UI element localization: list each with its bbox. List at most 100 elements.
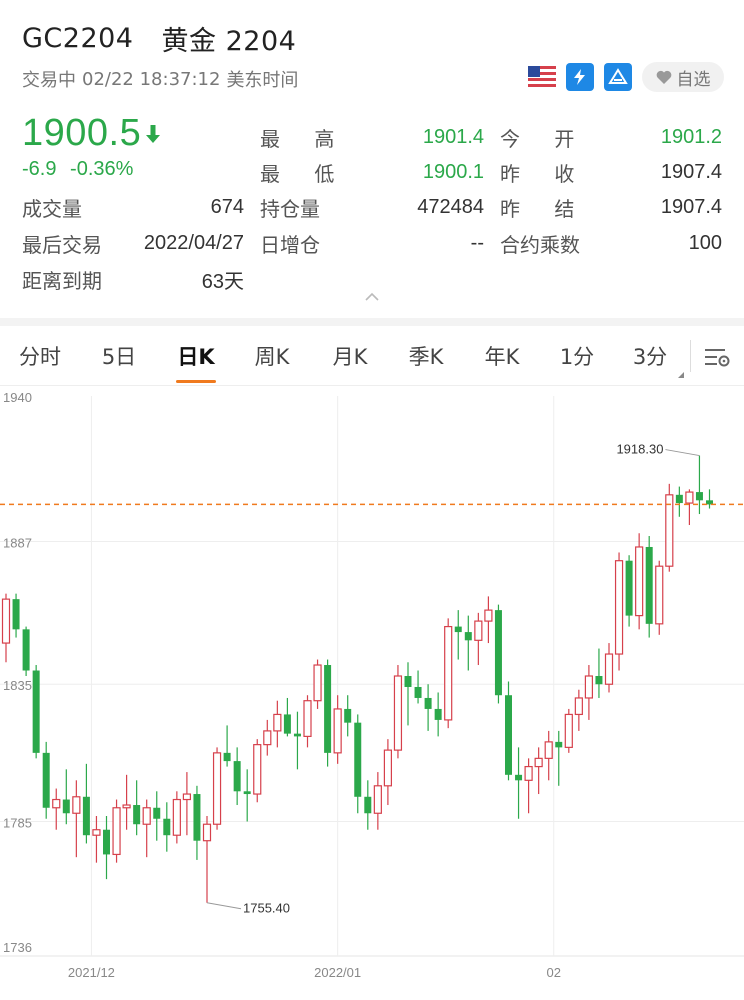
status-row: 交易中 02/22 18:37:12 美东时间 [22, 64, 304, 94]
x-tick-label: 2022/01 [314, 965, 361, 980]
candle-body [153, 807, 161, 819]
trading-status: 交易中 [22, 70, 76, 91]
candle-body [474, 620, 483, 641]
tab-quarterly-k[interactable]: 季K [400, 338, 452, 374]
stat-label: 昨 收 [500, 161, 589, 186]
candle-body [685, 491, 694, 504]
candle-body [223, 752, 231, 762]
section-divider [0, 318, 744, 326]
favorite-label: 自选 [676, 69, 711, 90]
tab-timeshare[interactable]: 分时 [14, 338, 66, 374]
y-tick-label: 1887 [3, 535, 32, 550]
y-tick-label: 1785 [3, 815, 32, 830]
candle-body [544, 741, 553, 759]
candle-body [434, 708, 442, 720]
candle-body [193, 794, 201, 841]
tab-yearly-k[interactable]: 年K [476, 338, 528, 374]
candle-body [92, 829, 101, 836]
us-flag-icon[interactable] [528, 63, 556, 91]
candle-body [665, 494, 674, 567]
stat-label: 距离到期 [22, 268, 102, 293]
stat-value: 100 [688, 231, 722, 254]
candle-body [333, 708, 342, 754]
price-change: -6.9 -0.36% [22, 158, 141, 181]
stat-high: 最 高 1901.4 [260, 120, 484, 154]
lightning-icon[interactable] [566, 63, 594, 91]
candle-body [383, 749, 392, 787]
candle-body [464, 632, 472, 641]
candle-body [112, 807, 121, 856]
candle-body [163, 818, 171, 836]
change-value: -6.9 [22, 158, 57, 180]
candle-body [182, 793, 191, 801]
tab-monthly-k[interactable]: 月K [324, 338, 376, 374]
stat-label: 最 高 [260, 126, 349, 151]
heart-icon [656, 70, 671, 84]
contract-name: 黄金 2204 [161, 25, 297, 57]
contract-code: GC2204 [22, 22, 134, 54]
stat-last-trade: 最后交易 2022/04/27 [22, 226, 244, 260]
y-tick-label: 1835 [3, 678, 32, 693]
candle-body [22, 629, 30, 671]
stat-multiplier: 合约乘数 100 [500, 226, 722, 260]
stat-expiry: 距离到期 63天 [22, 262, 244, 296]
candle-body [142, 807, 151, 825]
tab-weekly-k[interactable]: 周K [246, 338, 298, 374]
stat-value: 472484 [417, 195, 484, 218]
candle-body [505, 695, 512, 775]
stat-value: 1901.4 [422, 125, 484, 148]
candle-body [595, 676, 603, 685]
favorite-button[interactable]: 自选 [642, 62, 724, 92]
candle-body [524, 765, 533, 781]
candle-body [675, 494, 683, 504]
candle-body [414, 686, 422, 698]
candle-body [645, 546, 653, 624]
candle-body [52, 798, 61, 809]
kline-chart-svg[interactable]: 1940 1887 1835 1785 1736 2021/12 2022/01 02 1918… [0, 386, 744, 1000]
stat-volume: 成交量 674 [22, 190, 244, 224]
timezone-label: 美东时间 [226, 70, 299, 91]
change-percent: -0.36% [70, 158, 134, 180]
candle-body [212, 752, 222, 825]
tab-1min[interactable]: 1分 [554, 338, 600, 374]
tab-daily-k[interactable]: 日K [170, 338, 222, 374]
stat-open: 今 开 1901.2 [500, 120, 722, 154]
collapse-chevron-icon[interactable] [364, 292, 380, 302]
candle-body [695, 492, 703, 501]
candle-body [604, 653, 614, 685]
more-periods-indicator-icon[interactable] [678, 372, 684, 378]
stat-low: 最 低 1900.1 [260, 155, 484, 189]
candle-body [494, 610, 502, 696]
stat-open-interest: 持仓量 472484 [260, 190, 484, 224]
stat-oi-change: 日增仓 -- [260, 226, 484, 260]
candle-body [273, 713, 282, 732]
down-arrow-icon [146, 124, 161, 143]
candle-body [635, 546, 644, 617]
candle-body [122, 804, 131, 809]
candle-body [364, 796, 372, 814]
candle-body [454, 626, 462, 633]
chart-settings-icon [705, 349, 730, 367]
stat-label: 日增仓 [260, 232, 320, 257]
candle-body [103, 829, 110, 855]
candle-body [555, 741, 563, 748]
kline-chart[interactable]: 1940 1887 1835 1785 1736 2021/12 2022/01 02 1918… [0, 386, 744, 1000]
candle-body [614, 560, 624, 655]
candle-body [293, 733, 301, 737]
candle-body [172, 798, 181, 836]
candle-body [324, 665, 332, 753]
stat-value: 63天 [201, 270, 244, 293]
exchange-icon[interactable] [604, 63, 632, 91]
candle-body [263, 730, 272, 746]
candle-body [584, 675, 594, 699]
candle-body [515, 774, 523, 781]
candle-body [393, 675, 403, 751]
low-annotation-label: 1755.40 [243, 901, 290, 916]
tab-3min[interactable]: 3分 [626, 338, 674, 374]
stat-value: 2022/04/27 [143, 231, 244, 254]
chart-settings-button[interactable] [700, 340, 734, 374]
badge-group: 自选 [518, 62, 724, 92]
y-tick-label: 1940 [3, 390, 32, 405]
tab-5day[interactable]: 5日 [94, 338, 144, 374]
stat-label: 最后交易 [22, 232, 102, 257]
